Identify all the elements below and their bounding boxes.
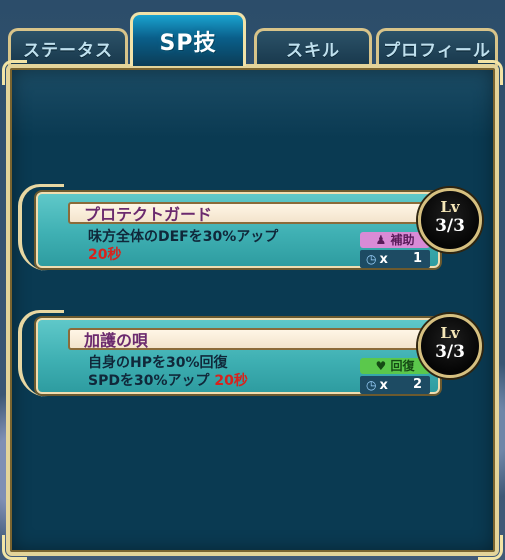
tab-sp-skill[interactable]: SP技: [130, 12, 246, 66]
skill-desc-line2: 20秒: [88, 246, 278, 264]
skill-level-badge: Lv 3/3: [418, 188, 482, 252]
level-label: Lv: [440, 324, 460, 342]
level-value: 3/3: [435, 342, 465, 362]
frame-corner: [478, 535, 503, 560]
skill-duration: 20秒: [214, 373, 248, 389]
skill-duration: 20秒: [88, 247, 122, 263]
skill-type-badge: ♥ 回復: [360, 358, 430, 374]
skill-desc-line2: SPDを30%アップ 20秒: [88, 372, 248, 390]
level-value: 3/3: [435, 216, 465, 236]
skill-desc-line2-text: SPDを30%アップ: [88, 373, 215, 389]
skill-type-label: 回復: [390, 359, 415, 373]
frame-corner: [2, 535, 27, 560]
skill-card-body: 加護の唄 自身のHPを30%回復 SPDを30%アップ 20秒 ♥ 回復 ◷ x 2: [36, 318, 440, 394]
skill-count: ◷ x 1: [360, 250, 430, 268]
flask-icon: ♟: [375, 233, 391, 247]
skill-card-body: プロテクトガード 味方全体のDEFを30%アップ 20秒 ♟ 補助 ◷ x 1: [36, 192, 440, 268]
tab-skill-label: スキル: [286, 41, 340, 61]
count-prefix: x: [379, 252, 388, 267]
skill-count: ◷ x 2: [360, 376, 430, 394]
level-label: Lv: [440, 198, 460, 216]
heart-icon: ♥: [375, 359, 391, 373]
skill-level-badge: Lv 3/3: [418, 314, 482, 378]
count-value: 2: [412, 377, 422, 392]
skill-type-label: 補助: [390, 233, 415, 247]
frame-corner: [478, 60, 503, 85]
skill-desc-line1: 味方全体のDEFを30%アップ: [88, 229, 279, 245]
count-prefix: x: [379, 378, 388, 393]
gauge-icon: ◷: [366, 378, 377, 392]
skill-name: プロテクトガード: [68, 202, 430, 224]
frame-corner: [2, 60, 27, 85]
gauge-icon: ◷: [366, 252, 377, 266]
tab-profile-label: プロフィール: [383, 41, 491, 61]
skill-description: 自身のHPを30%回復 SPDを30%アップ 20秒: [88, 354, 248, 390]
tab-skill[interactable]: スキル: [254, 28, 372, 66]
skill-desc-line1: 自身のHPを30%回復: [88, 355, 228, 371]
skill-description: 味方全体のDEFを30%アップ 20秒: [88, 228, 278, 264]
tab-status-label: ステータス: [23, 41, 113, 61]
tab-sp-skill-label: SP技: [159, 30, 217, 56]
skill-name: 加護の唄: [68, 328, 430, 350]
skill-card[interactable]: プロテクトガード 味方全体のDEFを30%アップ 20秒 ♟ 補助 ◷ x 1 Lv…: [18, 184, 490, 271]
count-value: 1: [412, 251, 422, 266]
skill-type-badge: ♟ 補助: [360, 232, 430, 248]
skill-card[interactable]: 加護の唄 自身のHPを30%回復 SPDを30%アップ 20秒 ♥ 回復 ◷ x 2…: [18, 310, 490, 397]
